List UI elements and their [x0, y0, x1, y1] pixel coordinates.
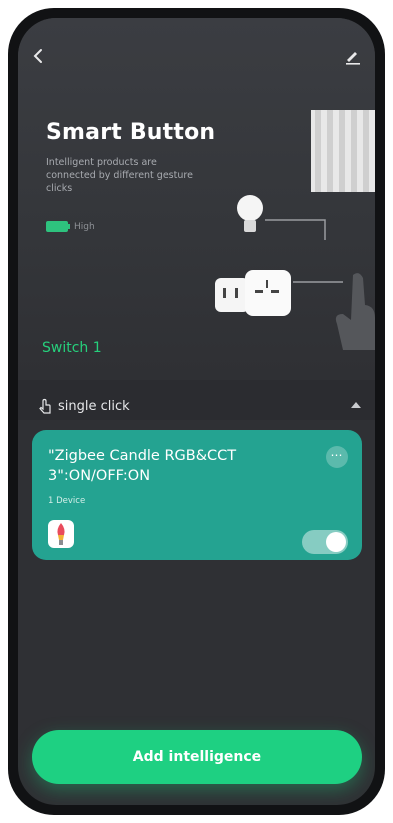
light-bulb-icon [237, 195, 263, 232]
hand-tap-icon [335, 273, 375, 350]
back-button[interactable] [32, 48, 50, 66]
app-screen: Smart Button Intelligent products are co… [18, 18, 375, 805]
phone-frame: Smart Button Intelligent products are co… [8, 8, 385, 815]
curtain-icon [311, 110, 375, 192]
candle-bulb-icon [57, 523, 65, 545]
more-button[interactable]: ⋯ [326, 446, 348, 468]
power-socket-icon [215, 270, 291, 316]
gesture-selector[interactable]: single click [38, 398, 130, 414]
chevron-up-icon[interactable] [351, 402, 361, 408]
action-card[interactable]: "Zigbee Candle RGB&CCT 3":ON/OFF:ON 1 De… [32, 430, 362, 560]
chevron-left-icon [33, 49, 42, 63]
action-title: "Zigbee Candle RGB&CCT 3":ON/OFF:ON [48, 448, 237, 484]
page-description: Intelligent products are connected by di… [46, 157, 193, 194]
toggle-knob [326, 532, 346, 552]
smart-home-illustration [215, 110, 375, 350]
gesture-label: single click [58, 398, 130, 414]
action-enable-toggle[interactable] [302, 530, 348, 554]
edit-icon [346, 52, 360, 65]
more-icon: ⋯ [330, 448, 344, 462]
add-intelligence-button[interactable]: Add intelligence [32, 730, 362, 784]
battery-icon [46, 221, 70, 232]
tap-gesture-icon [39, 398, 51, 414]
page-title: Smart Button [46, 120, 216, 145]
tab-switch-1[interactable]: Switch 1 [42, 340, 102, 356]
device-thumbnail [48, 520, 74, 548]
action-device-count: 1 Device [48, 496, 86, 506]
edit-button[interactable] [343, 46, 363, 66]
battery-status: High [46, 221, 95, 232]
battery-level-label: High [74, 221, 95, 232]
